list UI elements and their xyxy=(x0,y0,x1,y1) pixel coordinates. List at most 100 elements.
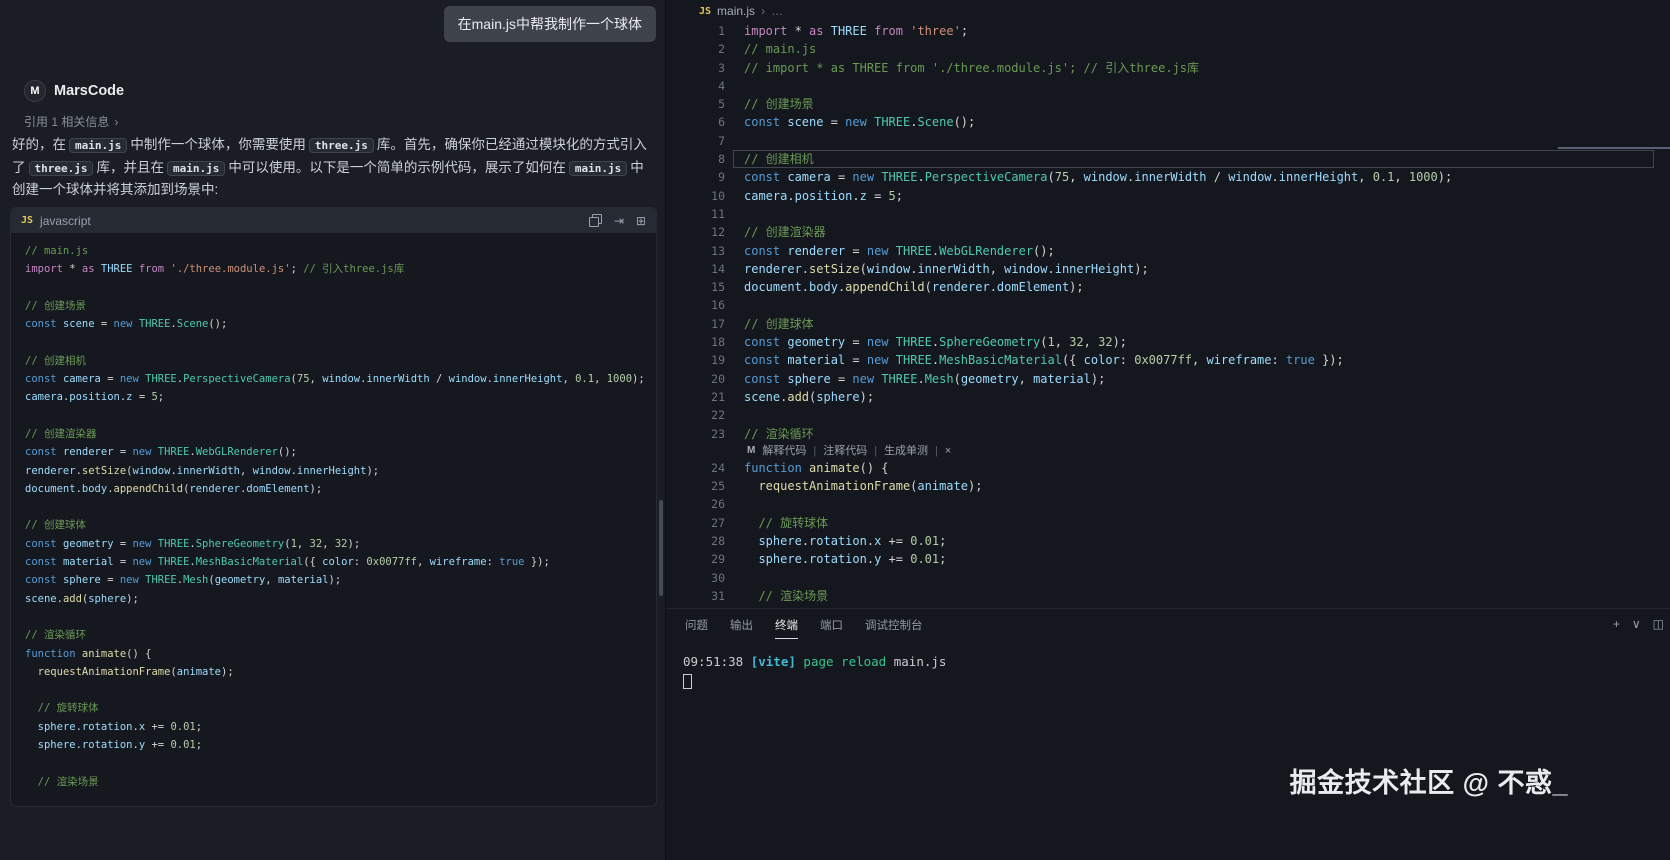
split-terminal-button[interactable]: ◫ xyxy=(1653,618,1664,630)
marscode-lens-icon: M xyxy=(747,444,756,456)
editor-code-line: 19 const material = new THREE.MeshBasicMa… xyxy=(667,351,1670,369)
code-token: += xyxy=(881,552,911,567)
code-token: THREE xyxy=(157,446,190,459)
code-token: const xyxy=(744,353,781,368)
code-text: function animate() { xyxy=(725,459,889,477)
code-token: renderer xyxy=(25,464,76,477)
code-token: new xyxy=(852,170,875,185)
code-token: , xyxy=(265,574,278,587)
new-terminal-button[interactable]: + xyxy=(1613,618,1620,630)
code-token: = xyxy=(132,391,152,404)
user-message-bubble: 在main.js中帮我制作一个球体 xyxy=(443,6,656,42)
line-number: 21 xyxy=(711,389,725,404)
panel-tab-调试控制台[interactable]: 调试控制台 xyxy=(865,610,923,638)
code-token: scene xyxy=(787,115,824,130)
codelens-action[interactable]: 注释代码 xyxy=(823,443,867,459)
editor-code-line: 23 // 渲染循环 xyxy=(667,425,1670,443)
code-token: THREE xyxy=(157,537,190,550)
code-token: animate xyxy=(809,460,860,475)
line-number: 13 xyxy=(711,243,725,258)
breadcrumb-more[interactable]: … xyxy=(771,4,783,18)
panel-tab-终端[interactable]: 终端 xyxy=(775,610,798,639)
code-token: = xyxy=(823,115,846,130)
line-number: 31 xyxy=(711,588,725,603)
code-text: scene.add(sphere); xyxy=(725,388,874,406)
line-number: 9 xyxy=(718,170,725,185)
code-token: : xyxy=(1119,353,1135,368)
current-line-highlight xyxy=(733,150,1654,169)
code-token: const xyxy=(25,574,57,587)
chat-code-line: sphere.rotation.x += 0.01; xyxy=(25,718,656,736)
code-card-actions: ⇥ ⊞ xyxy=(588,214,646,227)
assistant-header: M MarsCode xyxy=(24,80,124,102)
chat-scrollbar-thumb[interactable] xyxy=(659,500,663,596)
code-token: ); xyxy=(1134,261,1149,276)
code-token: = xyxy=(100,574,120,587)
code-token: THREE xyxy=(138,318,171,331)
editor-code-lines[interactable]: 1 import * as THREE from 'three'; 2// main… xyxy=(667,22,1670,608)
code-token: new xyxy=(866,335,889,350)
code-token: new xyxy=(852,371,875,386)
codelens-close-icon[interactable]: × xyxy=(945,443,951,459)
code-token: (); xyxy=(953,115,976,130)
code-token: sphere xyxy=(37,739,76,752)
citation-toggle[interactable]: 引用 1 相关信息 › xyxy=(24,113,118,130)
breadcrumb-filename[interactable]: main.js xyxy=(717,4,755,18)
code-token: ); xyxy=(366,464,380,477)
panel-tab-问题[interactable]: 问题 xyxy=(685,610,708,638)
code-token: rotation xyxy=(81,720,133,733)
code-token: 0x0077ff xyxy=(366,556,417,569)
code-token: window xyxy=(866,261,911,276)
code-token: wireframe xyxy=(429,556,487,569)
code-token: new xyxy=(132,446,152,459)
code-token: , xyxy=(239,464,253,477)
code-token: geometry xyxy=(787,335,846,350)
codelens-action[interactable]: 解释代码 xyxy=(762,443,806,459)
code-token: ); xyxy=(967,479,983,494)
code-text: // 旋转球体 xyxy=(725,514,828,532)
code-token: rotation xyxy=(809,552,867,567)
panel-actions: + ∨ ◫ xyxy=(1613,609,1664,639)
insert-code-icon[interactable]: ⇥ xyxy=(614,215,624,227)
apply-code-icon[interactable]: ⊞ xyxy=(636,215,646,227)
code-token: , xyxy=(322,537,335,550)
panel-tab-端口[interactable]: 端口 xyxy=(820,610,843,638)
code-token: , xyxy=(989,261,1005,276)
code-token: rotation xyxy=(81,739,133,752)
code-token: ); xyxy=(309,482,323,495)
editor-code-line: 25 requestAnimationFrame(animate); xyxy=(667,477,1670,495)
code-token: ); xyxy=(859,389,875,404)
code-token: . xyxy=(801,552,810,567)
code-token: // 引入three.js库 xyxy=(303,263,405,276)
code-token: = xyxy=(100,373,120,386)
terminal-text-segment: page reload xyxy=(803,654,887,669)
code-token: window xyxy=(1083,170,1128,185)
code-token: function xyxy=(744,460,802,475)
chat-code-line xyxy=(25,681,656,699)
code-token: , xyxy=(562,373,576,386)
code-token: . xyxy=(917,371,925,386)
code-token: : xyxy=(1271,353,1286,368)
line-number: 11 xyxy=(711,206,725,221)
terminal-dropdown-button[interactable]: ∨ xyxy=(1632,618,1641,630)
code-token: 5 xyxy=(888,188,896,203)
code-token: : xyxy=(486,556,500,569)
breadcrumb[interactable]: JS main.js › … xyxy=(667,0,1670,22)
code-card-header: JS javascript ⇥ ⊞ xyxy=(11,208,656,233)
terminal-output-area[interactable]: 09:51:38 [vite] page reload main.js xyxy=(667,639,1670,693)
bottom-panel: 问题 输出 终端 端口 调试控制台 + ∨ ◫ 09:51:38 [vite] page re… xyxy=(667,608,1670,860)
code-token: wireframe xyxy=(1206,353,1272,368)
line-number: 28 xyxy=(711,534,725,549)
code-token: innerHeight xyxy=(1278,170,1359,185)
code-token: material xyxy=(62,556,114,569)
code-token: . xyxy=(1271,170,1279,185)
editor-code-line: 27 // 旋转球体 xyxy=(667,514,1670,532)
codelens-action[interactable]: 生成单测 xyxy=(884,443,928,459)
code-token: , xyxy=(417,556,430,569)
copy-code-icon[interactable] xyxy=(588,214,602,227)
code-text: // 创建球体 xyxy=(725,315,814,333)
code-token: , xyxy=(1394,170,1409,185)
panel-tab-输出[interactable]: 输出 xyxy=(730,610,753,638)
